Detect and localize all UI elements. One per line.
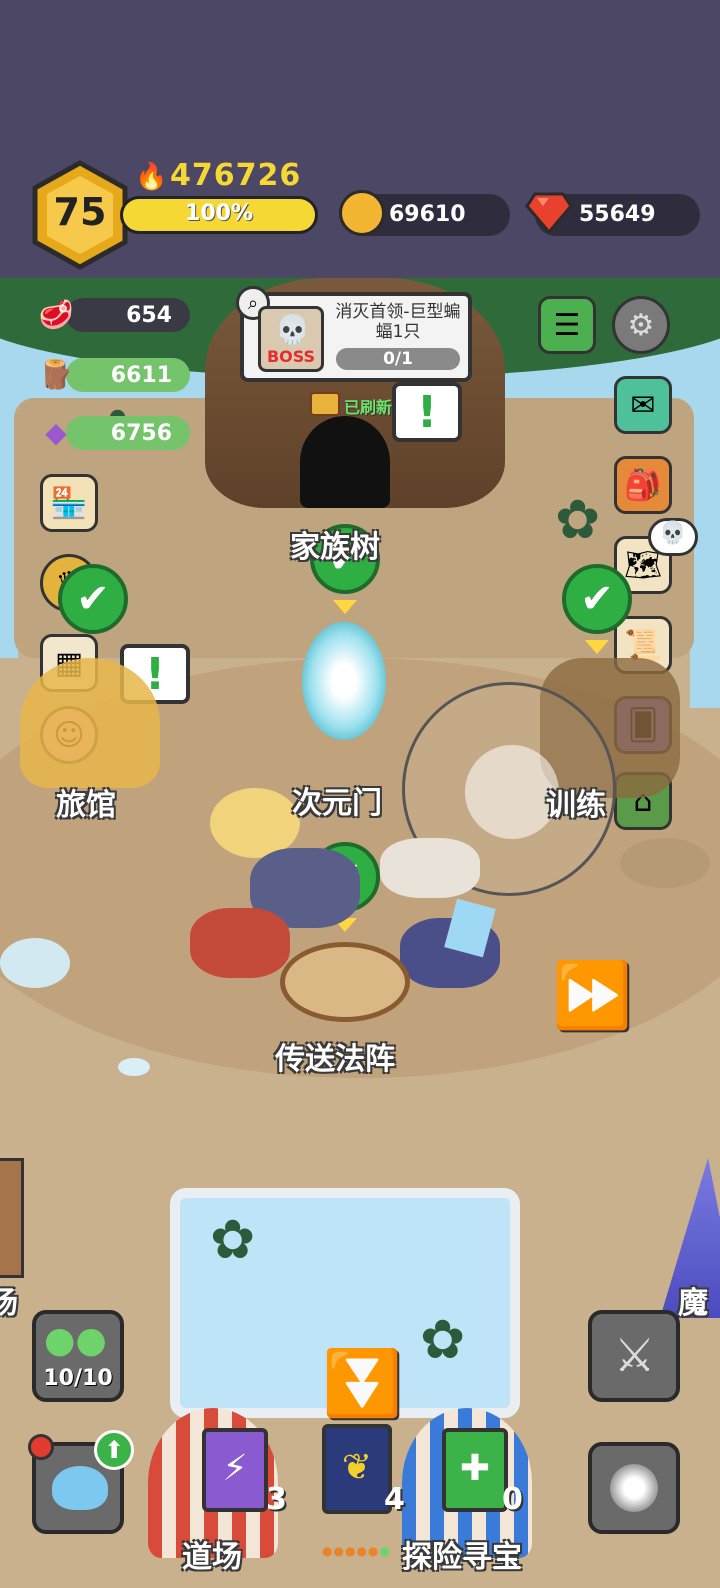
slime-count: 10/10 bbox=[43, 1366, 113, 1391]
crystal-pill[interactable]: 6756 bbox=[66, 416, 190, 450]
heal-book-count: 0 bbox=[502, 1482, 523, 1517]
tree-pointer bbox=[333, 600, 357, 614]
backpack-button[interactable]: 🎒 bbox=[614, 456, 672, 514]
label-arena: 场 bbox=[0, 1286, 18, 1321]
lightning-book-count: 3 bbox=[266, 1482, 287, 1517]
meat-pill[interactable]: 654 bbox=[66, 298, 190, 332]
teleport-array[interactable] bbox=[280, 942, 410, 1022]
refreshed-label: 已刷新 bbox=[344, 398, 393, 417]
plant-decoration: ✿ bbox=[555, 488, 601, 551]
red-dot-icon bbox=[28, 1434, 54, 1460]
plant-decoration: ✿ bbox=[420, 1308, 466, 1371]
quest-alert-bubble[interactable]: ! bbox=[392, 382, 462, 442]
fire-icon: 🔥 bbox=[135, 162, 168, 192]
quest-title: 消灭首领-巨型蝙蝠1只 bbox=[335, 302, 461, 342]
wood-pill[interactable]: 6611 bbox=[66, 358, 190, 392]
label-portal: 次元门 bbox=[292, 786, 382, 821]
power-value: 476726 bbox=[170, 158, 302, 193]
inn-check-icon[interactable]: ✔ bbox=[58, 564, 128, 634]
scroll-down-icon[interactable]: ⏬ bbox=[322, 1346, 402, 1421]
sword-icon: ⚔ bbox=[614, 1328, 656, 1382]
training-pointer bbox=[585, 640, 609, 654]
gold-value: 69610 bbox=[389, 202, 466, 227]
upgrade-arrow-icon: ⬆ bbox=[94, 1430, 134, 1470]
wood-icon: 🪵 bbox=[38, 357, 74, 391]
label-inn: 旅馆 bbox=[56, 788, 116, 823]
blue-slime-icon bbox=[52, 1466, 108, 1510]
notebook-button[interactable]: ☰ bbox=[538, 296, 596, 354]
fast-forward-icon[interactable]: ⏩ bbox=[552, 958, 632, 1033]
exp-percent: 100% bbox=[185, 201, 253, 226]
settings-gear-icon[interactable]: ⚙ bbox=[612, 296, 670, 354]
page-dots: ●●●●●● bbox=[322, 1544, 391, 1558]
level-badge[interactable]: 75 bbox=[30, 160, 130, 270]
tree-cave[interactable] bbox=[300, 416, 390, 508]
crystal-icon: ◆ bbox=[45, 415, 67, 449]
label-magic: 魔 bbox=[678, 1286, 708, 1321]
inn-building[interactable] bbox=[20, 658, 160, 788]
skull-speech-icon: 💀 bbox=[648, 518, 698, 556]
wing-book-icon[interactable]: ❦ bbox=[322, 1424, 392, 1514]
coin-icon bbox=[339, 190, 385, 236]
boss-icon: 💀 BOSS bbox=[258, 306, 324, 372]
arena-building[interactable] bbox=[0, 1158, 24, 1278]
top-status-bar: 75 🔥 476726 100% 69610 55649 bbox=[0, 0, 720, 278]
label-training: 训练 bbox=[546, 788, 606, 823]
label-dojo: 道场 bbox=[182, 1540, 242, 1575]
treasure-chest-icon bbox=[310, 392, 340, 416]
label-family-tree: 家族树 bbox=[290, 530, 380, 565]
training-check-icon[interactable]: ✔ bbox=[562, 564, 632, 634]
slime-pair-icon: ●● bbox=[44, 1320, 107, 1361]
label-explore: 探险寻宝 bbox=[402, 1540, 522, 1575]
game-world[interactable]: ✿ ✿ ⌕ 💀 BOSS 消灭首领-巨型蝙蝠1只 0/1 已刷新 ! 654 🥩… bbox=[0, 278, 720, 1588]
dimension-portal[interactable] bbox=[302, 622, 386, 740]
heal-book-icon[interactable]: ✚ bbox=[442, 1428, 508, 1512]
level-number: 75 bbox=[53, 190, 107, 234]
slime-recruit-button[interactable]: ●● 10/10 bbox=[32, 1310, 124, 1402]
quest-progress-bar: 0/1 bbox=[336, 348, 460, 370]
shop-button[interactable]: 🏪 bbox=[40, 474, 98, 532]
wing-book-count: 4 bbox=[384, 1482, 405, 1517]
stone-gate-icon bbox=[610, 1464, 658, 1512]
gold-pill[interactable]: 69610 bbox=[339, 190, 510, 236]
battle-button[interactable]: ⚔ bbox=[588, 1310, 680, 1402]
gem-pill[interactable]: 55649 bbox=[525, 192, 700, 236]
quest-progress: 0/1 bbox=[383, 349, 413, 369]
lightning-book-icon[interactable]: ⚡ bbox=[202, 1428, 268, 1512]
gate-button[interactable] bbox=[588, 1442, 680, 1534]
quest-panel[interactable]: ⌕ 💀 BOSS 消灭首领-巨型蝙蝠1只 0/1 bbox=[236, 286, 472, 382]
gem-value: 55649 bbox=[579, 202, 656, 227]
plant-decoration: ✿ bbox=[210, 1208, 256, 1271]
mail-button[interactable]: ✉ bbox=[614, 376, 672, 434]
label-teleport: 传送法阵 bbox=[275, 1042, 395, 1077]
meat-icon: 🥩 bbox=[38, 297, 74, 331]
exp-bar: 100% bbox=[120, 196, 318, 234]
boss-tag: BOSS bbox=[266, 347, 316, 366]
ruby-icon bbox=[525, 190, 573, 240]
